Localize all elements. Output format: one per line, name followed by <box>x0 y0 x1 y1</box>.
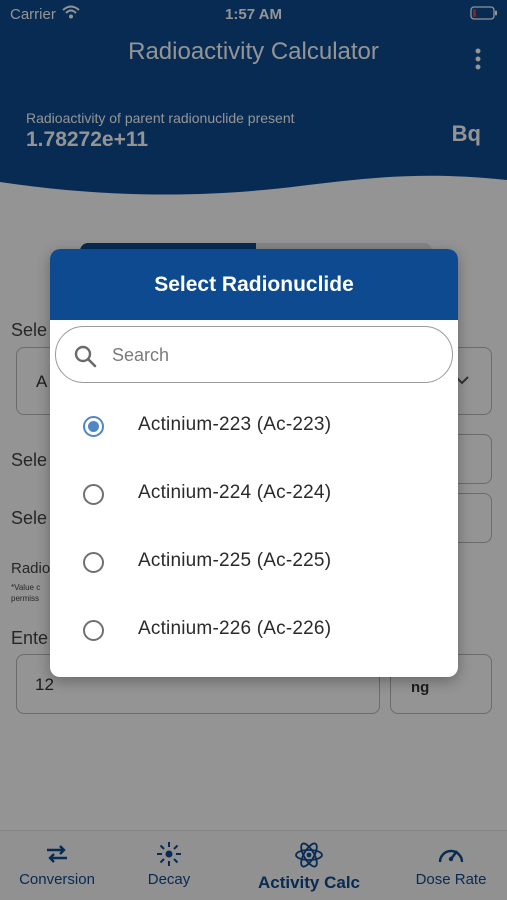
dialog-title: Select Radionuclide <box>50 249 458 320</box>
radio-selected[interactable] <box>83 416 104 437</box>
option-ac-223[interactable]: Actinium-223 (Ac-223) <box>50 392 458 460</box>
radio-unselected[interactable] <box>83 484 104 505</box>
option-ac-225[interactable]: Actinium-225 (Ac-225) <box>50 528 458 596</box>
option-ac-226[interactable]: Actinium-226 (Ac-226) <box>50 596 458 664</box>
option-label: Actinium-224 (Ac-224) <box>138 482 332 503</box>
search-input[interactable] <box>112 341 432 369</box>
search-icon <box>74 345 97 368</box>
option-label: Actinium-223 (Ac-223) <box>138 414 332 435</box>
option-label: Actinium-225 (Ac-225) <box>138 550 332 571</box>
select-radionuclide-dialog: Select Radionuclide Actinium-223 (Ac-223… <box>50 249 458 677</box>
search-box[interactable] <box>55 326 453 383</box>
option-label: Actinium-226 (Ac-226) <box>138 618 332 639</box>
option-ac-224[interactable]: Actinium-224 (Ac-224) <box>50 460 458 528</box>
radio-unselected[interactable] <box>83 552 104 573</box>
radio-unselected[interactable] <box>83 620 104 641</box>
